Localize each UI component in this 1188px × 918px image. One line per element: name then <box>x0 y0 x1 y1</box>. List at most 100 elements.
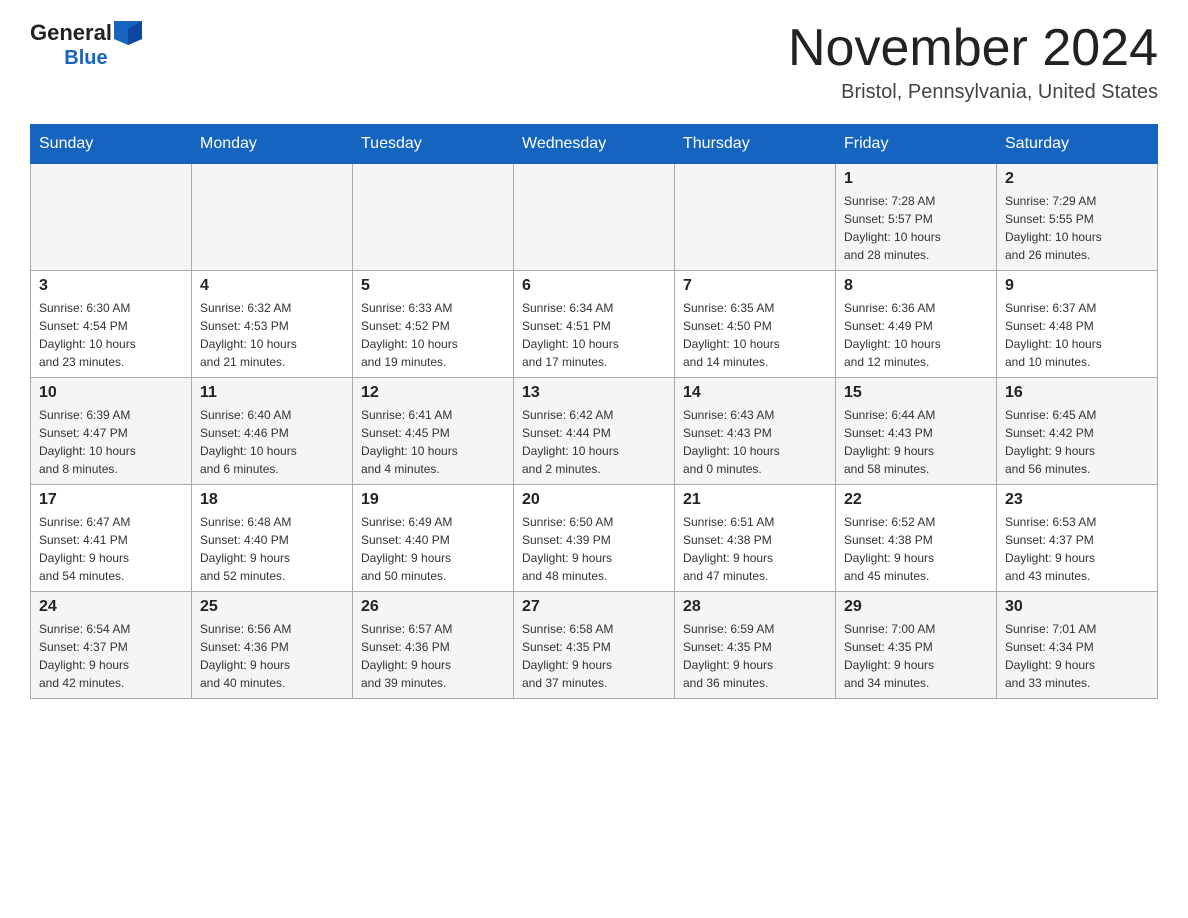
day-info: Sunrise: 7:01 AM Sunset: 4:34 PM Dayligh… <box>1005 620 1149 692</box>
day-number: 20 <box>522 491 666 509</box>
day-cell: 4Sunrise: 6:32 AM Sunset: 4:53 PM Daylig… <box>192 271 353 378</box>
day-number: 27 <box>522 598 666 616</box>
day-number: 29 <box>844 598 988 616</box>
day-number: 12 <box>361 384 505 402</box>
day-info: Sunrise: 6:51 AM Sunset: 4:38 PM Dayligh… <box>683 513 827 585</box>
logo-blue: Blue <box>30 46 142 70</box>
header-wednesday: Wednesday <box>514 125 675 164</box>
day-number: 18 <box>200 491 344 509</box>
day-number: 3 <box>39 277 183 295</box>
day-info: Sunrise: 6:32 AM Sunset: 4:53 PM Dayligh… <box>200 299 344 371</box>
day-cell: 8 Sunrise: 6:36 AM Sunset: 4:49 PM Daylig… <box>836 271 997 378</box>
day-cell: 2 Sunrise: 7:29 AM Sunset: 5:55 PM Daylig… <box>997 164 1158 271</box>
day-number: 13 <box>522 384 666 402</box>
logo-icon <box>114 21 142 45</box>
day-number: 23 <box>1005 491 1149 509</box>
header-saturday: Saturday <box>997 125 1158 164</box>
day-number: 21 <box>683 491 827 509</box>
day-cell <box>353 164 514 271</box>
day-info: Sunrise: 6:56 AM Sunset: 4:36 PM Dayligh… <box>200 620 344 692</box>
day-info: Sunrise: 6:58 AM Sunset: 4:35 PM Dayligh… <box>522 620 666 692</box>
day-cell: 12 Sunrise: 6:41 AM Sunset: 4:45 PM Dayli… <box>353 378 514 485</box>
day-cell: 10 Sunrise: 6:39 AM Sunset: 4:47 PM Dayli… <box>31 378 192 485</box>
day-number: 11 <box>200 384 344 402</box>
day-cell: 21 Sunrise: 6:51 AM Sunset: 4:38 PM Dayli… <box>675 485 836 592</box>
day-number: 30 <box>1005 598 1149 616</box>
logo-general: General <box>30 20 112 46</box>
day-info: Sunrise: 6:50 AM Sunset: 4:39 PM Dayligh… <box>522 513 666 585</box>
day-info: Sunrise: 6:53 AM Sunset: 4:37 PM Dayligh… <box>1005 513 1149 585</box>
day-cell: 26Sunrise: 6:57 AM Sunset: 4:36 PM Dayli… <box>353 592 514 699</box>
location-title: Bristol, Pennsylvania, United States <box>788 81 1158 104</box>
week-row-2: 3Sunrise: 6:30 AM Sunset: 4:54 PM Daylig… <box>31 271 1158 378</box>
day-cell: 25 Sunrise: 6:56 AM Sunset: 4:36 PM Dayli… <box>192 592 353 699</box>
header-row: SundayMondayTuesdayWednesdayThursdayFrid… <box>31 125 1158 164</box>
day-number: 14 <box>683 384 827 402</box>
day-info: Sunrise: 6:41 AM Sunset: 4:45 PM Dayligh… <box>361 406 505 478</box>
day-info: Sunrise: 6:37 AM Sunset: 4:48 PM Dayligh… <box>1005 299 1149 371</box>
day-number: 1 <box>844 170 988 188</box>
day-cell: 24 Sunrise: 6:54 AM Sunset: 4:37 PM Dayli… <box>31 592 192 699</box>
day-info: Sunrise: 6:47 AM Sunset: 4:41 PM Dayligh… <box>39 513 183 585</box>
week-row-4: 17 Sunrise: 6:47 AM Sunset: 4:41 PM Dayli… <box>31 485 1158 592</box>
day-cell: 17 Sunrise: 6:47 AM Sunset: 4:41 PM Dayli… <box>31 485 192 592</box>
day-info: Sunrise: 7:28 AM Sunset: 5:57 PM Dayligh… <box>844 192 988 264</box>
header-friday: Friday <box>836 125 997 164</box>
day-info: Sunrise: 6:40 AM Sunset: 4:46 PM Dayligh… <box>200 406 344 478</box>
day-info: Sunrise: 6:54 AM Sunset: 4:37 PM Dayligh… <box>39 620 183 692</box>
day-info: Sunrise: 7:29 AM Sunset: 5:55 PM Dayligh… <box>1005 192 1149 264</box>
day-info: Sunrise: 7:00 AM Sunset: 4:35 PM Dayligh… <box>844 620 988 692</box>
day-info: Sunrise: 6:33 AM Sunset: 4:52 PM Dayligh… <box>361 299 505 371</box>
day-number: 15 <box>844 384 988 402</box>
day-cell <box>675 164 836 271</box>
page-header: General Blue November 2024 Bristol, Penn… <box>30 20 1158 104</box>
day-number: 25 <box>200 598 344 616</box>
day-info: Sunrise: 6:44 AM Sunset: 4:43 PM Dayligh… <box>844 406 988 478</box>
day-cell: 15 Sunrise: 6:44 AM Sunset: 4:43 PM Dayli… <box>836 378 997 485</box>
header-thursday: Thursday <box>675 125 836 164</box>
day-number: 2 <box>1005 170 1149 188</box>
day-info: Sunrise: 6:39 AM Sunset: 4:47 PM Dayligh… <box>39 406 183 478</box>
title-area: November 2024 Bristol, Pennsylvania, Uni… <box>788 20 1158 104</box>
day-cell: 7Sunrise: 6:35 AM Sunset: 4:50 PM Daylig… <box>675 271 836 378</box>
day-cell: 30 Sunrise: 7:01 AM Sunset: 4:34 PM Dayli… <box>997 592 1158 699</box>
day-number: 6 <box>522 277 666 295</box>
day-cell: 6 Sunrise: 6:34 AM Sunset: 4:51 PM Daylig… <box>514 271 675 378</box>
day-cell: 1 Sunrise: 7:28 AM Sunset: 5:57 PM Daylig… <box>836 164 997 271</box>
day-cell <box>514 164 675 271</box>
day-number: 8 <box>844 277 988 295</box>
day-info: Sunrise: 6:36 AM Sunset: 4:49 PM Dayligh… <box>844 299 988 371</box>
day-info: Sunrise: 6:42 AM Sunset: 4:44 PM Dayligh… <box>522 406 666 478</box>
day-number: 17 <box>39 491 183 509</box>
day-info: Sunrise: 6:59 AM Sunset: 4:35 PM Dayligh… <box>683 620 827 692</box>
month-title: November 2024 <box>788 20 1158 77</box>
day-cell: 5Sunrise: 6:33 AM Sunset: 4:52 PM Daylig… <box>353 271 514 378</box>
day-info: Sunrise: 6:43 AM Sunset: 4:43 PM Dayligh… <box>683 406 827 478</box>
day-cell: 14 Sunrise: 6:43 AM Sunset: 4:43 PM Dayli… <box>675 378 836 485</box>
day-cell: 27 Sunrise: 6:58 AM Sunset: 4:35 PM Dayli… <box>514 592 675 699</box>
calendar-table: SundayMondayTuesdayWednesdayThursdayFrid… <box>30 124 1158 699</box>
day-cell: 23 Sunrise: 6:53 AM Sunset: 4:37 PM Dayli… <box>997 485 1158 592</box>
day-number: 24 <box>39 598 183 616</box>
day-info: Sunrise: 6:57 AM Sunset: 4:36 PM Dayligh… <box>361 620 505 692</box>
day-cell: 22Sunrise: 6:52 AM Sunset: 4:38 PM Dayli… <box>836 485 997 592</box>
day-number: 28 <box>683 598 827 616</box>
week-row-3: 10 Sunrise: 6:39 AM Sunset: 4:47 PM Dayli… <box>31 378 1158 485</box>
day-info: Sunrise: 6:34 AM Sunset: 4:51 PM Dayligh… <box>522 299 666 371</box>
day-cell: 20 Sunrise: 6:50 AM Sunset: 4:39 PM Dayli… <box>514 485 675 592</box>
day-cell <box>31 164 192 271</box>
day-info: Sunrise: 6:49 AM Sunset: 4:40 PM Dayligh… <box>361 513 505 585</box>
day-info: Sunrise: 6:35 AM Sunset: 4:50 PM Dayligh… <box>683 299 827 371</box>
day-cell: 19Sunrise: 6:49 AM Sunset: 4:40 PM Dayli… <box>353 485 514 592</box>
day-cell: 16Sunrise: 6:45 AM Sunset: 4:42 PM Dayli… <box>997 378 1158 485</box>
header-tuesday: Tuesday <box>353 125 514 164</box>
day-info: Sunrise: 6:48 AM Sunset: 4:40 PM Dayligh… <box>200 513 344 585</box>
day-number: 16 <box>1005 384 1149 402</box>
day-cell: 13 Sunrise: 6:42 AM Sunset: 4:44 PM Dayli… <box>514 378 675 485</box>
day-info: Sunrise: 6:52 AM Sunset: 4:38 PM Dayligh… <box>844 513 988 585</box>
day-cell <box>192 164 353 271</box>
day-cell: 11 Sunrise: 6:40 AM Sunset: 4:46 PM Dayli… <box>192 378 353 485</box>
day-cell: 3Sunrise: 6:30 AM Sunset: 4:54 PM Daylig… <box>31 271 192 378</box>
day-number: 10 <box>39 384 183 402</box>
logo: General Blue <box>30 20 142 70</box>
